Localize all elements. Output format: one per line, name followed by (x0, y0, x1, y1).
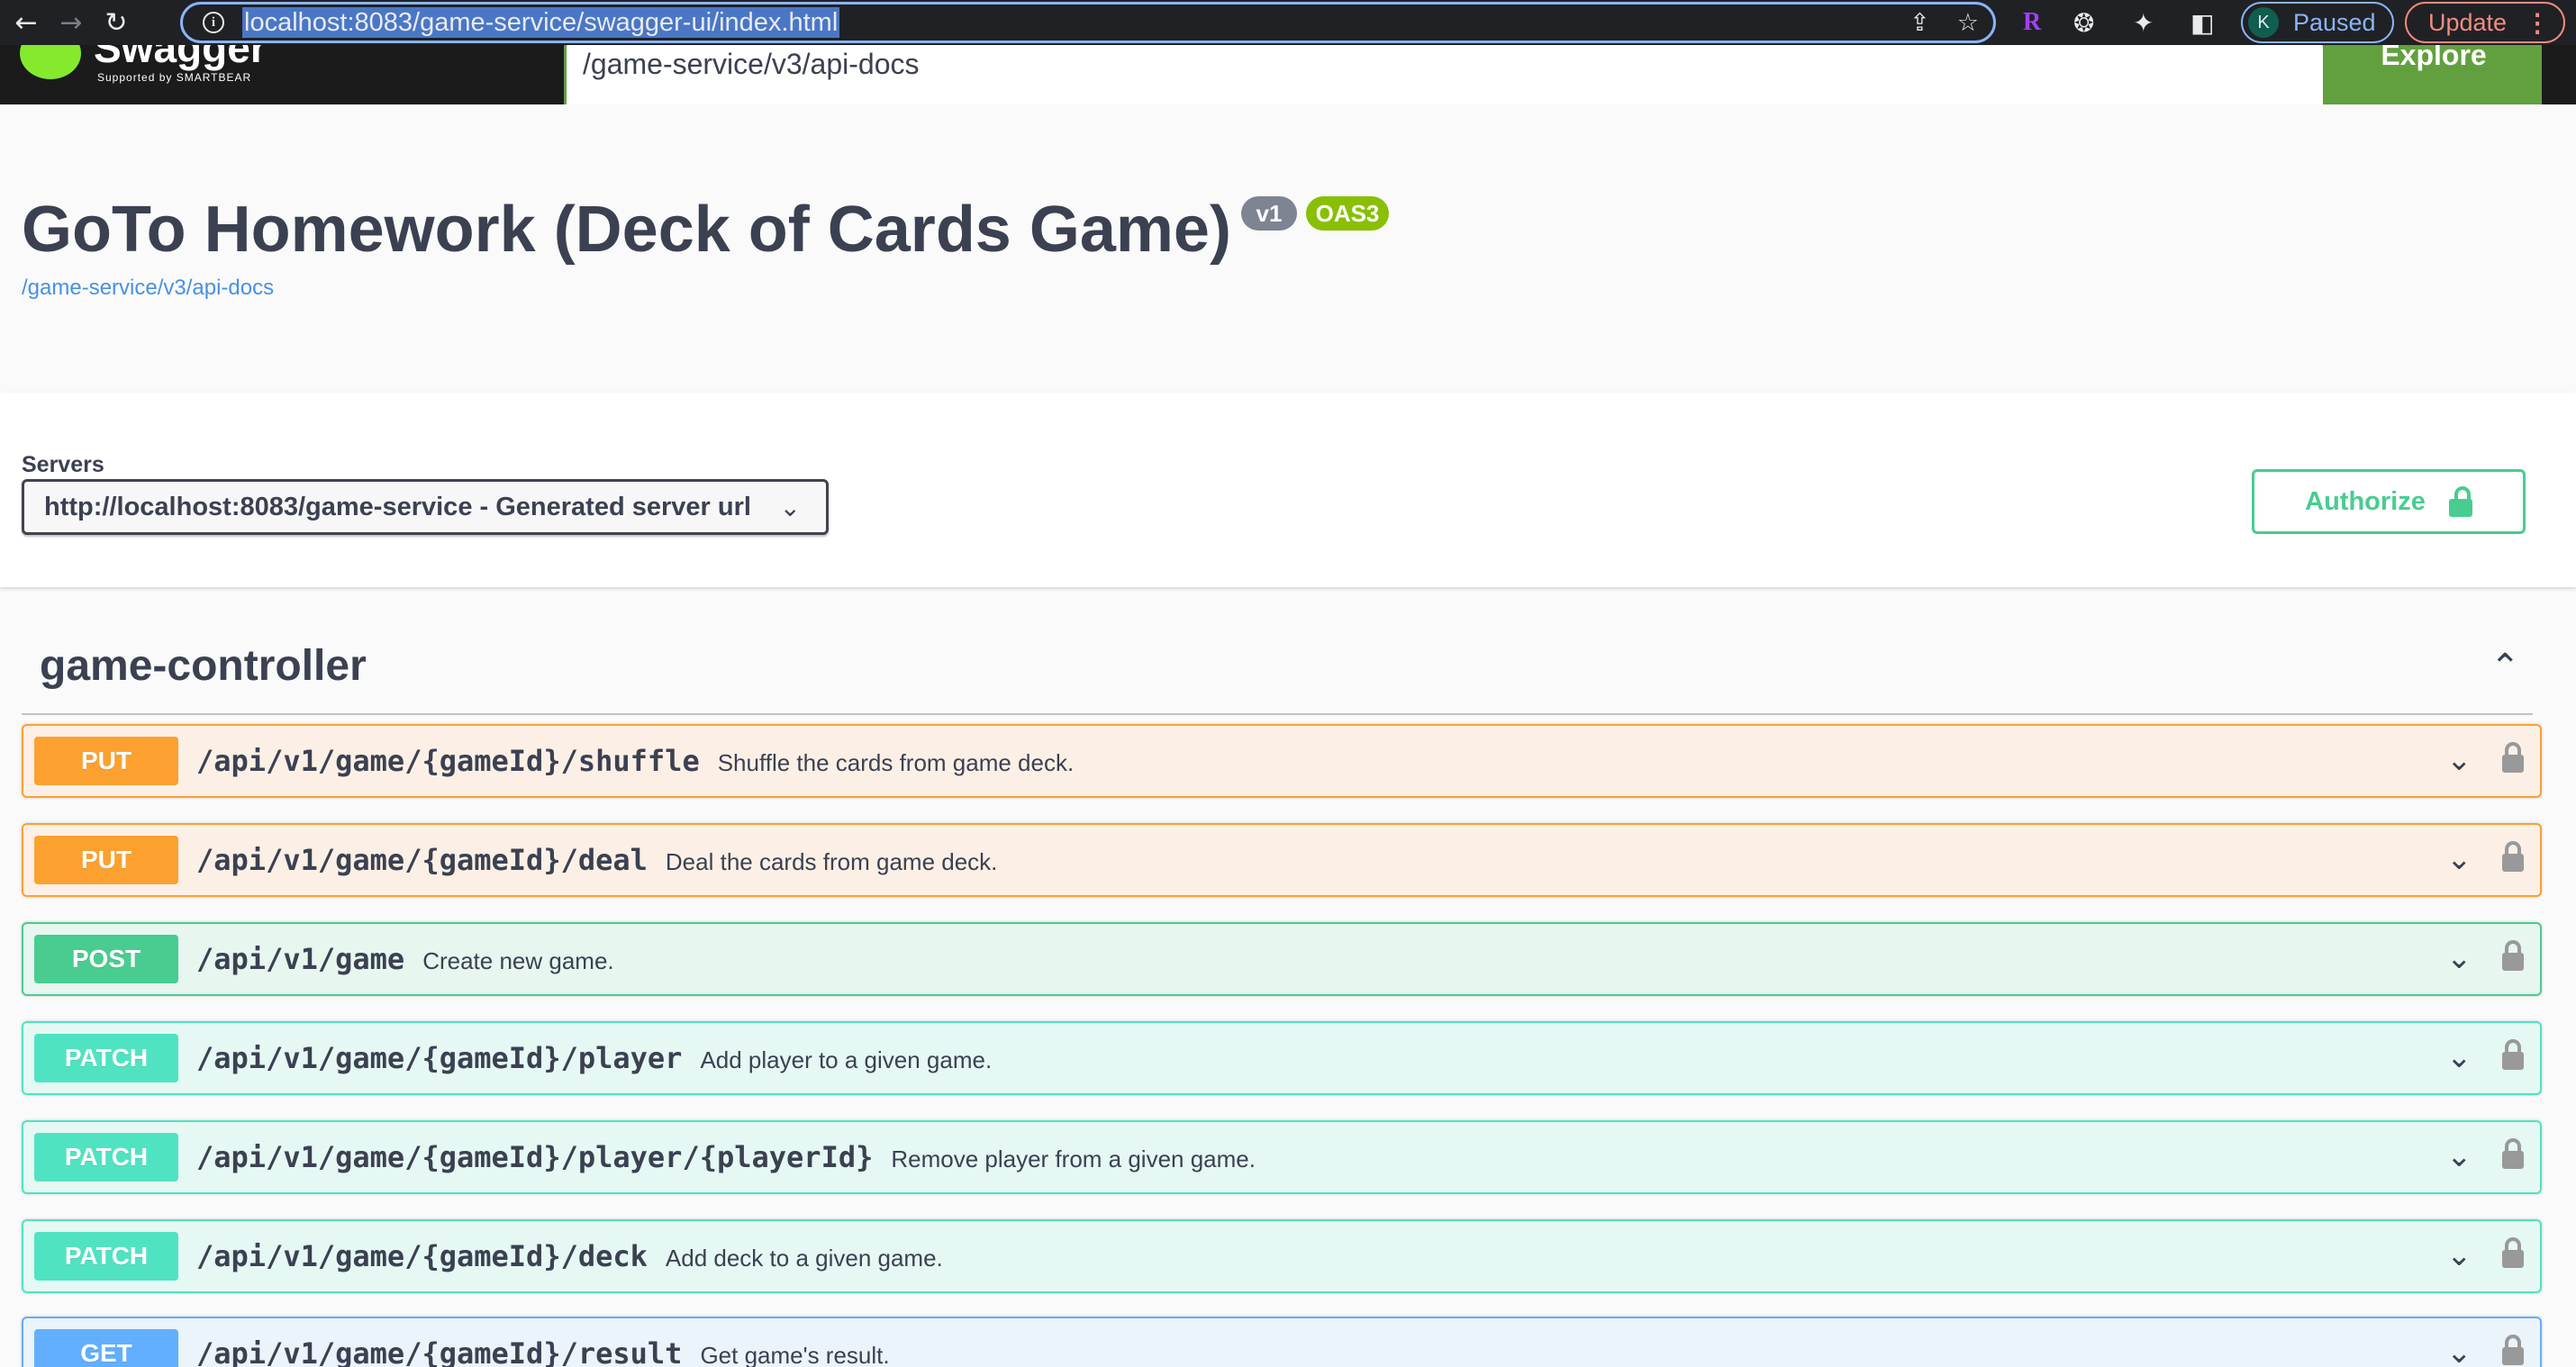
profile-status: Paused (2293, 8, 2376, 36)
chevron-down-icon[interactable]: ⌄ (2446, 1039, 2472, 1075)
operation-path: /api/v1/game/{gameId}/deck Add deck to a … (196, 1239, 943, 1273)
swagger-logo-icon (20, 45, 81, 79)
api-docs-link[interactable]: /game-service/v3/api-docs (22, 276, 274, 301)
lock-icon[interactable] (2502, 1335, 2524, 1367)
chevron-down-icon[interactable]: ⌄ (2446, 1237, 2472, 1273)
explore-button[interactable]: Explore (2326, 45, 2542, 104)
operation-path: /api/v1/game/{gameId}/shuffle Shuffle the… (196, 744, 1074, 778)
side-panel-icon[interactable]: ◧ (2191, 0, 2214, 45)
site-info-icon[interactable]: i (203, 12, 224, 33)
path-text: /api/v1/game/{gameId}/player (196, 1041, 683, 1075)
method-badge: PUT (34, 737, 178, 785)
servers-label: Servers (22, 452, 104, 477)
api-info: GoTo Homework (Deck of Cards Game) v1 OA… (0, 104, 2576, 393)
method-badge: PATCH (34, 1133, 178, 1181)
address-bar[interactable]: i localhost:8083/game-service/swagger-ui… (180, 2, 1996, 43)
path-text: /api/v1/game (196, 942, 405, 976)
update-label: Update (2428, 8, 2508, 36)
operation-row[interactable]: POST /api/v1/game Create new game. ⌄ (22, 922, 2542, 996)
operation-summary: Deal the cards from game deck. (665, 848, 998, 875)
tag-header-game-controller[interactable]: game-controller ⌃ (22, 621, 2533, 715)
chevron-down-icon[interactable]: ⌄ (2446, 1335, 2472, 1367)
swagger-logo-text: Swagger (94, 45, 267, 71)
operation-row[interactable]: PUT /api/v1/game/{gameId}/shuffle Shuffle… (22, 724, 2542, 798)
operation-summary: Get game's result. (700, 1342, 890, 1367)
path-text: /api/v1/game/{gameId}/player/{playerId} (196, 1140, 874, 1174)
operation-path: /api/v1/game/{gameId}/deal Deal the cards… (196, 843, 997, 877)
method-badge: PATCH (34, 1232, 178, 1281)
operation-summary: Add deck to a given game. (665, 1245, 943, 1272)
method-badge: GET (34, 1329, 178, 1367)
lock-icon[interactable] (2502, 742, 2524, 774)
operation-path: /api/v1/game/{gameId}/player/{playerId} R… (196, 1140, 1256, 1174)
profile-button[interactable]: K Paused (2241, 2, 2394, 43)
address-bar-url[interactable]: localhost:8083/game-service/swagger-ui/i… (242, 7, 840, 38)
operation-summary: Add player to a given game. (700, 1046, 993, 1073)
chevron-down-icon[interactable]: ⌄ (2446, 1138, 2472, 1174)
operation-summary: Shuffle the cards from game deck. (717, 749, 1075, 776)
lock-icon[interactable] (2502, 1138, 2524, 1171)
spec-url-value: /game-service/v3/api-docs (583, 48, 920, 80)
update-button[interactable]: Update ⋮ (2405, 2, 2565, 43)
operation-path: /api/v1/game/{gameId}/result Get game's r… (196, 1336, 890, 1367)
servers-selected-value: http://localhost:8083/game-service - Gen… (44, 492, 751, 521)
swagger-topbar: Swagger Supported by SMARTBEAR /game-ser… (0, 45, 2576, 104)
method-badge: POST (34, 935, 178, 983)
page-title: GoTo Homework (Deck of Cards Game) (22, 194, 1231, 266)
version-badge: v1 (1241, 196, 1297, 231)
method-badge: PUT (34, 836, 178, 884)
avatar: K (2248, 7, 2279, 38)
extension-r-icon[interactable]: R (2023, 0, 2041, 45)
bookmark-star-icon[interactable]: ☆ (1957, 9, 1979, 37)
authorize-label: Authorize (2305, 486, 2426, 516)
operation-path: /api/v1/game/{gameId}/player Add player t… (196, 1041, 992, 1075)
operation-row[interactable]: GET /api/v1/game/{gameId}/result Get game… (22, 1317, 2542, 1367)
path-text: /api/v1/game/{gameId}/deck (196, 1239, 648, 1273)
chevron-down-icon[interactable]: ⌄ (2446, 742, 2472, 778)
chevron-down-icon[interactable]: ⌄ (2446, 841, 2472, 877)
chevron-up-icon[interactable]: ⌃ (2490, 647, 2520, 688)
path-text: /api/v1/game/{gameId}/shuffle (196, 744, 700, 778)
operation-row[interactable]: PUT /api/v1/game/{gameId}/deal Deal the c… (22, 823, 2542, 897)
authorize-button[interactable]: Authorize (2252, 469, 2526, 534)
unlock-icon (2448, 486, 2472, 517)
lock-icon[interactable] (2502, 940, 2524, 973)
smartbear-tagline: Supported by SMARTBEAR (97, 71, 252, 84)
operation-path: /api/v1/game Create new game. (196, 942, 614, 976)
servers-select[interactable]: http://localhost:8083/game-service - Gen… (22, 479, 829, 535)
extensions-puzzle-icon[interactable]: ✦ (2133, 0, 2154, 45)
lock-icon[interactable] (2502, 841, 2524, 874)
operation-row[interactable]: PATCH /api/v1/game/{gameId}/deck Add deck… (22, 1219, 2542, 1293)
reload-icon[interactable]: ↻ (94, 0, 139, 45)
tag-name: game-controller (40, 642, 367, 690)
operation-row[interactable]: PATCH /api/v1/game/{gameId}/player Add pl… (22, 1021, 2542, 1095)
kebab-menu-icon: ⋮ (2525, 8, 2551, 37)
back-arrow-icon[interactable]: ← (4, 0, 49, 45)
chevron-down-icon: ⌄ (779, 493, 801, 522)
operation-row[interactable]: PATCH /api/v1/game/{gameId}/player/{play… (22, 1120, 2542, 1194)
oas-badge: OAS3 (1306, 196, 1389, 231)
lock-icon[interactable] (2502, 1237, 2524, 1270)
path-text: /api/v1/game/{gameId}/result (196, 1336, 683, 1367)
method-badge: PATCH (34, 1034, 178, 1082)
operation-summary: Create new game. (422, 947, 614, 974)
browser-toolbar: ← → ↻ i localhost:8083/game-service/swag… (0, 0, 2576, 45)
operation-summary: Remove player from a given game. (891, 1145, 1256, 1172)
share-icon[interactable]: ⇪ (1909, 9, 1930, 37)
forward-arrow-icon[interactable]: → (49, 0, 94, 45)
extension-globe-icon[interactable]: ❂ (2073, 0, 2094, 45)
lock-icon[interactable] (2502, 1039, 2524, 1072)
path-text: /api/v1/game/{gameId}/deal (196, 843, 648, 877)
spec-url-input[interactable]: /game-service/v3/api-docs (564, 45, 2326, 104)
chevron-down-icon[interactable]: ⌄ (2446, 940, 2472, 976)
scheme-container: Servers http://localhost:8083/game-servi… (0, 393, 2576, 587)
